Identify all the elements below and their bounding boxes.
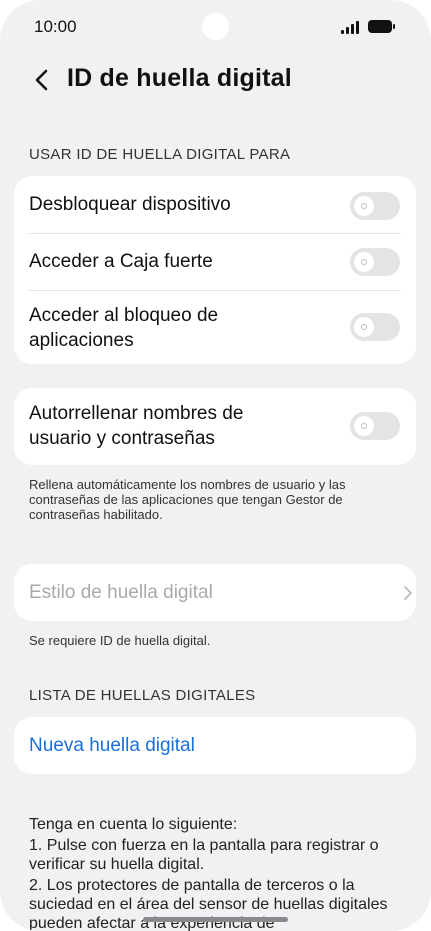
phone-screen: 10:00 ID de huella digital USAR ID DE HU… bbox=[0, 0, 431, 931]
header: ID de huella digital bbox=[0, 56, 431, 106]
row-app-lock[interactable]: Acceder al bloqueo de aplicaciones bbox=[14, 290, 416, 364]
page-title: ID de huella digital bbox=[67, 64, 292, 92]
section-title-use: USAR ID DE HUELLA DIGITAL PARA bbox=[29, 146, 291, 163]
home-indicator[interactable] bbox=[143, 917, 288, 922]
app-lock-toggle[interactable] bbox=[350, 313, 400, 341]
row-label: Autorrellenar nombres de usuario y contr… bbox=[29, 403, 244, 449]
row-label: Estilo de huella digital bbox=[29, 582, 213, 603]
access-safe-toggle[interactable] bbox=[350, 248, 400, 276]
camera-cutout bbox=[202, 13, 229, 40]
notes: Tenga en cuenta lo siguiente: 1. Pulse c… bbox=[29, 815, 404, 931]
signal-icon bbox=[341, 20, 363, 34]
notes-item: 2. Los protectores de pantalla de tercer… bbox=[29, 877, 388, 931]
use-options-card: Desbloquear dispositivo Acceder a Caja f… bbox=[14, 176, 416, 364]
row-access-safe[interactable]: Acceder a Caja fuerte bbox=[14, 233, 416, 290]
row-fingerprint-style[interactable]: Estilo de huella digital bbox=[14, 564, 416, 621]
notes-heading: Tenga en cuenta lo siguiente: bbox=[29, 816, 238, 833]
row-label: Desbloquear dispositivo bbox=[29, 194, 231, 215]
unlock-device-toggle[interactable] bbox=[350, 192, 400, 220]
battery-icon bbox=[368, 20, 395, 33]
autofill-description: Rellena automáticamente los nombres de u… bbox=[29, 477, 346, 522]
row-autofill[interactable]: Autorrellenar nombres de usuario y contr… bbox=[14, 388, 416, 465]
row-label: Acceder a Caja fuerte bbox=[29, 251, 213, 272]
status-time: 10:00 bbox=[34, 17, 77, 36]
back-icon[interactable] bbox=[32, 68, 52, 92]
section-title-list: LISTA DE HUELLAS DIGITALES bbox=[29, 687, 256, 704]
row-unlock-device[interactable]: Desbloquear dispositivo bbox=[14, 176, 416, 233]
autofill-toggle[interactable] bbox=[350, 412, 400, 440]
fingerprint-style-card: Estilo de huella digital bbox=[14, 564, 416, 621]
row-label: Acceder al bloqueo de aplicaciones bbox=[29, 305, 219, 351]
notes-item: 1. Pulse con fuerza en la pantalla para … bbox=[29, 837, 379, 873]
new-fingerprint-button[interactable]: Nueva huella digital bbox=[14, 717, 416, 774]
fingerprint-required-note: Se requiere ID de huella digital. bbox=[29, 633, 211, 648]
new-fingerprint-label: Nueva huella digital bbox=[29, 735, 195, 756]
fingerprint-list-card: Nueva huella digital bbox=[14, 717, 416, 774]
chevron-right-icon bbox=[404, 586, 412, 600]
status-bar: 10:00 bbox=[0, 0, 431, 56]
autofill-card: Autorrellenar nombres de usuario y contr… bbox=[14, 388, 416, 465]
